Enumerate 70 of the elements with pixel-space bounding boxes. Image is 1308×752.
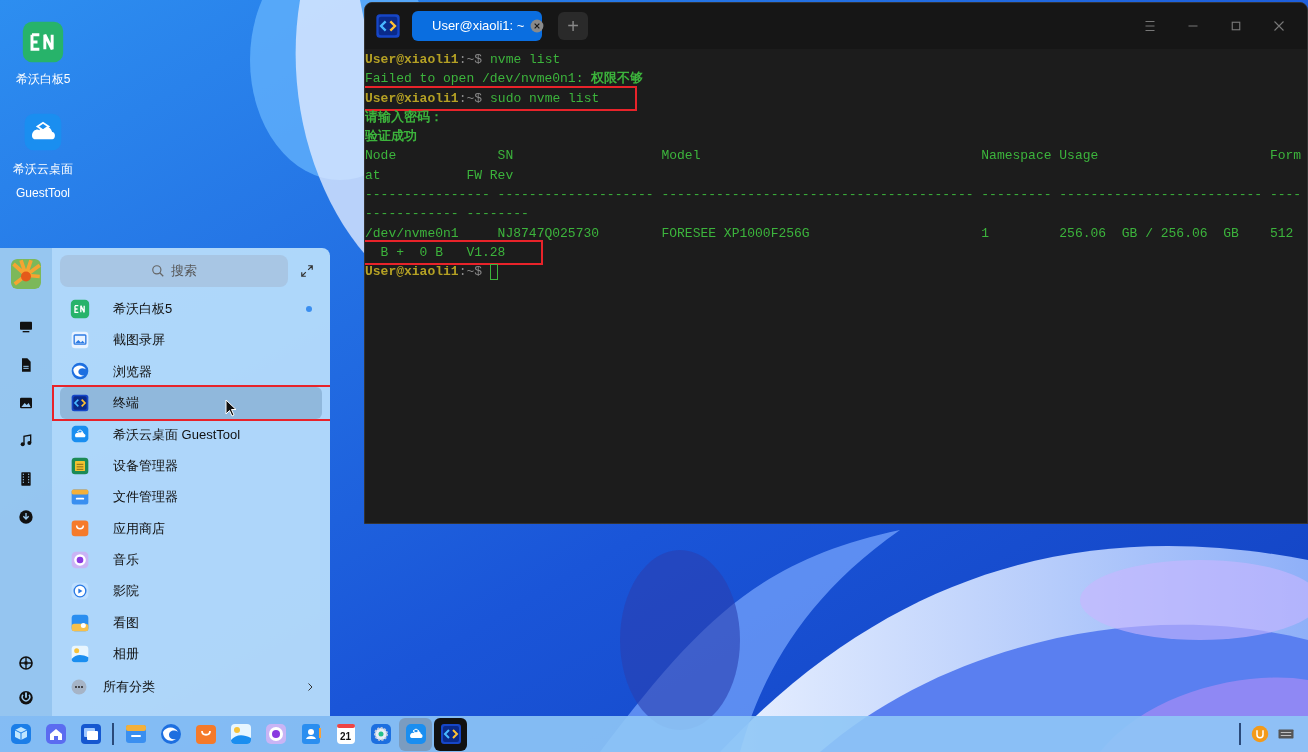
new-tab-button[interactable]: + xyxy=(558,12,588,40)
film-icon[interactable] xyxy=(18,471,34,487)
output-text: ---------------- -------------------- ---------------------------------------- --------- -------------------------- ---- xyxy=(365,186,1302,205)
home-icon xyxy=(43,722,68,746)
photo-icon xyxy=(70,644,90,664)
icon-label: 希沃云桌面 xyxy=(13,161,73,178)
input-method-icon[interactable] xyxy=(1251,725,1269,743)
prompt-user: User@xiaoli1 xyxy=(365,51,459,69)
music-note-icon[interactable] xyxy=(18,433,34,449)
calendar-date: 21 xyxy=(339,729,352,744)
search-field[interactable]: 搜索 xyxy=(60,255,288,287)
app-list-item[interactable]: 设备管理器 xyxy=(60,449,322,482)
download-icon[interactable] xyxy=(18,509,34,525)
browser-icon xyxy=(158,722,183,746)
prompt-path: :~$ xyxy=(458,51,483,69)
icon-label: 希沃白板5 xyxy=(15,71,71,88)
output-text: Node SN Model Namespace Usage Form xyxy=(365,147,1302,166)
app-list-item[interactable]: 希沃云桌面 GuestTool xyxy=(60,418,322,450)
shopping-bag-icon xyxy=(70,518,90,539)
app-list-item[interactable]: 文件管理器 xyxy=(60,481,322,513)
terminal-icon xyxy=(374,12,402,40)
folder-icon xyxy=(70,487,90,508)
cloud-icon xyxy=(70,424,90,445)
app-list-item[interactable]: 浏览器 xyxy=(60,355,322,388)
app-list-item[interactable]: 看图 xyxy=(60,606,322,639)
prompt-path: :~$ xyxy=(458,263,483,282)
app-list-item[interactable]: 影院 xyxy=(60,575,322,607)
power-icon[interactable] xyxy=(17,688,35,706)
cursor-icon xyxy=(225,399,237,417)
computer-icon[interactable] xyxy=(18,319,34,335)
output-text: /dev/nvme0n1 NJ8747Q025730 FORESEE XP1000F256G 1 256.06 GB / 256.06 GB 512 xyxy=(365,224,1294,243)
expand-icon[interactable] xyxy=(300,264,314,278)
photo-icon xyxy=(228,722,253,746)
app-list-item[interactable]: 音乐 xyxy=(60,544,322,576)
prompt-path: :~$ xyxy=(458,89,483,108)
image-icon[interactable] xyxy=(18,395,34,411)
image-viewer-icon xyxy=(70,612,90,633)
cube-icon xyxy=(8,722,33,746)
close-icon[interactable] xyxy=(530,19,545,33)
shopping-bag-icon xyxy=(193,722,218,746)
command-text: nvme list xyxy=(490,51,561,69)
prompt-user: User@xiaoli1 xyxy=(365,263,459,282)
terminal-icon xyxy=(438,722,463,746)
app-list-item[interactable]: 应用商店 xyxy=(60,512,322,545)
app-list-item[interactable]: 截图录屏 xyxy=(60,324,322,356)
taskbar-app[interactable] xyxy=(434,717,467,751)
output-text: B + 0 B V1.28 xyxy=(379,243,506,262)
all-categories-item[interactable]: 所有分类 xyxy=(60,670,322,703)
terminal-tab[interactable]: User@xiaoli1: ~ xyxy=(412,11,542,41)
app-icon xyxy=(70,298,90,319)
search-icon xyxy=(151,264,165,278)
more-icon xyxy=(70,677,88,696)
windows-icon xyxy=(78,722,103,746)
taskbar-app[interactable]: 21 xyxy=(329,717,362,751)
output-text: Failed to open /dev/nvme0n1: 权限不够 xyxy=(365,70,644,89)
screenshot-icon xyxy=(70,330,90,351)
output-text: 请输入密码： xyxy=(365,108,443,127)
output-text: at FW Rev xyxy=(365,166,514,185)
command-text: sudo nvme list xyxy=(490,89,600,108)
icon-label: GuestTool xyxy=(16,185,70,202)
folder-icon xyxy=(123,722,148,746)
app-list-item[interactable]: 相册 xyxy=(60,638,322,670)
play-icon xyxy=(70,581,90,602)
terminal-icon xyxy=(70,392,90,413)
output-text: 验证成功 xyxy=(365,128,417,147)
cloud-icon xyxy=(403,722,428,746)
prompt-user: User@xiaoli1 xyxy=(365,89,459,108)
app-list-item[interactable]: 希沃白板5 xyxy=(60,293,322,325)
browser-icon xyxy=(70,361,90,382)
output-text: ------------ -------- xyxy=(365,205,529,224)
